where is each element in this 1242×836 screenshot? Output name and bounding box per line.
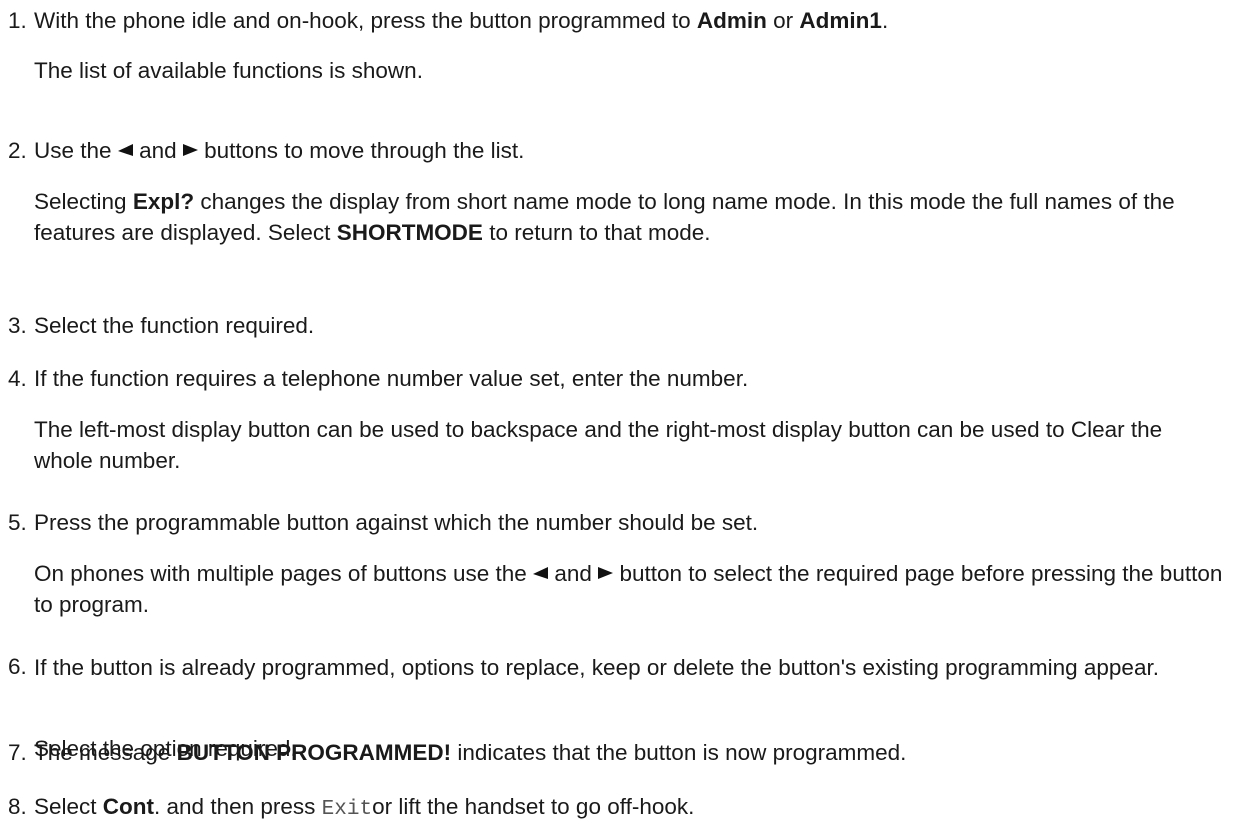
instruction-text: or lift the handset to go off-hook.	[372, 794, 695, 819]
note-text: and	[554, 561, 592, 586]
left-arrow-icon	[117, 144, 133, 157]
note-text: On phones with multiple pages of buttons…	[34, 561, 527, 586]
step-note: On phones with multiple pages of buttons…	[34, 558, 1224, 620]
note-text: to return to that mode.	[482, 220, 711, 245]
step-instruction: Select the function required.	[34, 313, 315, 338]
shortmode-term: SHORTMODE	[336, 220, 483, 245]
step-number: 3.	[8, 313, 27, 338]
instruction-text: With the phone idle and on-hook, press t…	[34, 8, 697, 33]
step-instruction: Select Cont. and then press Exitor lift …	[34, 792, 1242, 825]
instruction-text: buttons to move through the list.	[204, 138, 525, 163]
expl-term: Expl?	[132, 189, 195, 214]
instruction-text: Select	[34, 794, 103, 819]
step-note: The left-most display button can be used…	[34, 417, 1163, 473]
cont-term: Cont	[102, 794, 155, 819]
right-arrow-icon	[598, 567, 614, 580]
instruction-text: and	[139, 138, 177, 163]
step-number: 6.	[8, 654, 27, 679]
instruction-text: Use the	[34, 138, 112, 163]
right-arrow-icon	[182, 144, 198, 157]
step-number: 5.	[8, 510, 27, 535]
step-number: 1.	[8, 8, 27, 33]
step-number: 4.	[8, 366, 27, 391]
note-text: Selecting	[34, 189, 133, 214]
instruction-text: indicates that the button is now program…	[451, 740, 907, 765]
admin1-term: Admin1	[799, 8, 882, 33]
admin-term: Admin	[696, 8, 767, 33]
left-arrow-icon	[533, 567, 549, 580]
exit-key: Exit	[321, 798, 373, 821]
instruction-text: .	[881, 8, 889, 33]
step-number: 2.	[8, 138, 27, 163]
instruction-text: . and then press	[154, 794, 322, 819]
instruction-text: or	[766, 8, 800, 33]
step-instruction: With the phone idle and on-hook, press t…	[34, 6, 1242, 36]
button-programmed-message: BUTTON PROGRAMMED!	[176, 740, 452, 765]
step-instruction: If the button is already programmed, opt…	[34, 655, 1159, 680]
step-instruction: If the function requires a telephone num…	[34, 366, 749, 391]
step-number: 8.	[8, 794, 27, 819]
step-instruction: Press the programmable button against wh…	[34, 510, 759, 535]
step-note: Selecting Expl? changes the display from…	[34, 186, 1224, 248]
step-number: 7.	[8, 740, 27, 765]
instruction-text: The message	[34, 740, 177, 765]
step-note: The list of available functions is shown…	[34, 58, 423, 83]
step-instruction: The message BUTTON PROGRAMMED! indicates…	[34, 738, 1242, 768]
step-instruction: Use the and buttons to move through the …	[34, 136, 1242, 166]
